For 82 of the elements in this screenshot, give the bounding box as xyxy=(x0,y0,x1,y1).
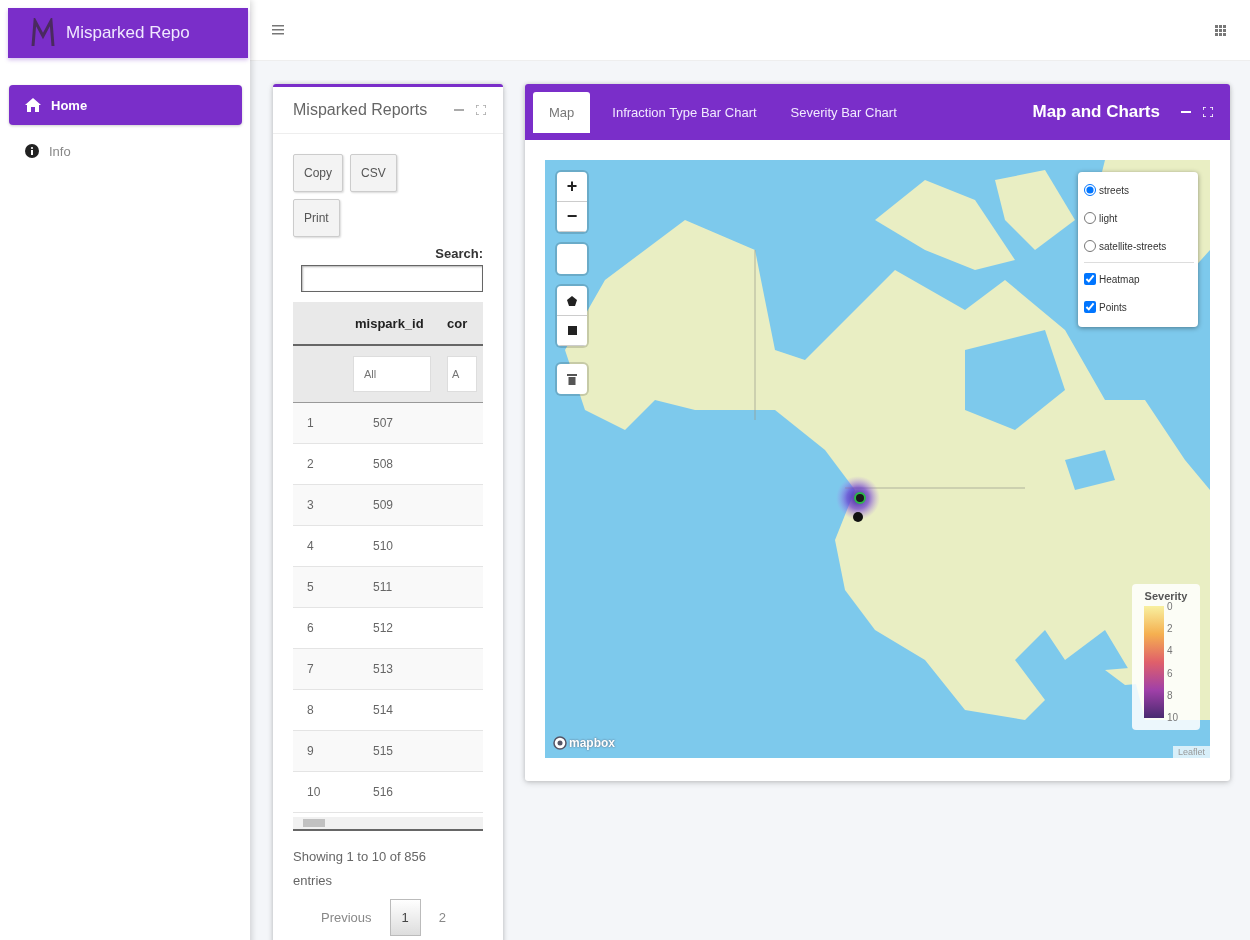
export-button[interactable]: CSV xyxy=(350,154,397,192)
legend-tick-label: 6 xyxy=(1167,667,1174,679)
layer-checkbox[interactable] xyxy=(1084,301,1096,313)
legend-tick-label: 0 xyxy=(1167,601,1173,612)
table-cell: 507 xyxy=(333,402,443,443)
polygon-icon xyxy=(567,295,577,306)
expand-icon xyxy=(476,105,486,115)
trash-icon xyxy=(567,373,577,385)
row-number: 7 xyxy=(293,648,333,689)
logo-icon xyxy=(30,18,56,48)
table-cell: 511 xyxy=(333,566,443,607)
table-cell: 514 xyxy=(333,689,443,730)
layer-label: light xyxy=(1099,212,1118,224)
page-button[interactable]: 2 xyxy=(426,898,459,936)
draw-rectangle-button[interactable] xyxy=(557,316,587,346)
minus-icon xyxy=(454,108,464,112)
row-number: 9 xyxy=(293,730,333,771)
scrollbar-thumb[interactable] xyxy=(303,818,325,827)
table-cell: 512 xyxy=(333,607,443,648)
expand-icon xyxy=(1203,107,1213,117)
table-header-cell xyxy=(293,302,333,345)
logo-icon xyxy=(553,736,567,750)
layer-label: Points xyxy=(1099,301,1127,313)
layer-radio[interactable] xyxy=(1084,212,1096,224)
square-icon xyxy=(567,326,577,335)
filter-field[interactable]: All xyxy=(353,355,431,392)
column-header[interactable]: mispark_id xyxy=(333,302,443,345)
nav-item[interactable]: Info xyxy=(9,131,242,171)
previous-link[interactable]: Previous xyxy=(321,901,390,933)
map-point-icon xyxy=(853,512,863,522)
export-button[interactable]: Copy xyxy=(293,154,343,192)
legend-tick-label: 8 xyxy=(1167,689,1174,701)
layer-label: streets xyxy=(1099,184,1129,196)
minus-icon xyxy=(1181,110,1191,114)
table-cell: 508 xyxy=(333,443,443,484)
card-title: Map and Charts xyxy=(1031,102,1161,122)
nav-item[interactable]: Home xyxy=(9,85,242,125)
row-number: 5 xyxy=(293,566,333,607)
page-button[interactable]: 1 xyxy=(389,898,421,936)
search-label: Search: xyxy=(434,246,483,261)
table-cell: 515 xyxy=(333,730,443,771)
search-field[interactable] xyxy=(301,265,483,292)
layer-label: satellite-streets xyxy=(1099,240,1167,252)
row-number: 3 xyxy=(293,484,333,525)
card-title: Misparked Reports xyxy=(293,101,429,119)
horizontal-scrollbar[interactable] xyxy=(293,816,483,831)
zoom-in-button[interactable]: + xyxy=(557,172,587,202)
map-point-icon xyxy=(854,492,866,504)
column-header[interactable]: cor xyxy=(443,302,483,345)
logo-text: mapbox xyxy=(569,736,615,750)
table-cell: 509 xyxy=(333,484,443,525)
tab[interactable]: Map xyxy=(533,91,591,133)
row-number: 10 xyxy=(293,771,333,812)
zoom-out-button[interactable]: − xyxy=(557,202,587,232)
menu-icon xyxy=(272,25,284,35)
row-number: 1 xyxy=(293,402,333,443)
row-number: 6 xyxy=(293,607,333,648)
filter-field[interactable]: A xyxy=(447,355,477,392)
grid-icon xyxy=(1215,24,1226,36)
info-icon xyxy=(25,144,39,158)
brand-title: Misparked Repo xyxy=(66,23,190,43)
legend-tick-label: 2 xyxy=(1167,623,1174,635)
table-cell: 513 xyxy=(333,648,443,689)
legend-title: Severity xyxy=(1143,590,1189,602)
draw-polygon-button[interactable] xyxy=(557,286,587,316)
layer-radio[interactable] xyxy=(1084,184,1096,196)
layer-checkbox[interactable] xyxy=(1084,273,1096,285)
table-cell: 510 xyxy=(333,525,443,566)
legend-tick-label: 10 xyxy=(1167,711,1179,723)
tab[interactable]: Severity Bar Chart xyxy=(774,91,913,133)
legend-tick-label: 4 xyxy=(1167,645,1174,657)
row-number: 2 xyxy=(293,443,333,484)
home-icon xyxy=(25,98,41,112)
layer-label: Heatmap xyxy=(1099,273,1140,285)
table-cell: 516 xyxy=(333,771,443,812)
layer-radio[interactable] xyxy=(1084,240,1096,252)
row-number: 4 xyxy=(293,525,333,566)
tab[interactable]: Infraction Type Bar Chart xyxy=(596,91,773,133)
row-number: 8 xyxy=(293,689,333,730)
export-button[interactable]: Print xyxy=(293,199,340,237)
delete-button[interactable] xyxy=(557,364,587,394)
table-info: Showing 1 to 10 of 856 entries xyxy=(293,847,427,890)
